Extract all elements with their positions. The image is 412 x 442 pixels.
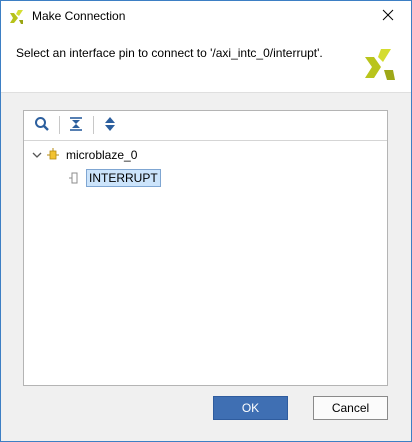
- close-icon: [382, 9, 394, 24]
- interface-tree-panel: microblaze_0 INTERRUPT: [23, 110, 388, 386]
- toolbar-separator: [93, 116, 94, 134]
- toolbar-separator: [59, 116, 60, 134]
- instruction-text: Select an interface pin to connect to '/…: [16, 46, 323, 60]
- make-connection-dialog: Make Connection Select an interface pin …: [0, 0, 412, 442]
- collapse-all-button[interactable]: [66, 115, 86, 135]
- chevron-down-icon[interactable]: [32, 150, 44, 160]
- window-title: Make Connection: [32, 9, 126, 23]
- cancel-button[interactable]: Cancel: [313, 396, 388, 420]
- tree-item-label: microblaze_0: [66, 148, 138, 162]
- tree-item-label: INTERRUPT: [86, 169, 161, 187]
- block-icon: [46, 148, 62, 162]
- tree-item-microblaze[interactable]: microblaze_0: [32, 145, 137, 165]
- xilinx-logo: [363, 47, 397, 81]
- dialog-body: Select an interface pin to connect to '/…: [1, 32, 411, 441]
- expand-all-icon: [102, 116, 118, 135]
- title-bar[interactable]: Make Connection: [1, 1, 411, 32]
- search-icon: [34, 116, 50, 135]
- tree-toolbar: [24, 111, 387, 141]
- close-button[interactable]: [365, 1, 411, 32]
- search-button[interactable]: [32, 115, 52, 135]
- expand-all-button[interactable]: [100, 115, 120, 135]
- dialog-header: Select an interface pin to connect to '/…: [1, 32, 411, 93]
- tree-item-interrupt[interactable]: INTERRUPT: [68, 168, 161, 188]
- interface-pin-icon: [68, 171, 84, 185]
- app-logo-icon: [9, 9, 25, 25]
- collapse-all-icon: [68, 116, 84, 135]
- ok-button[interactable]: OK: [213, 396, 288, 420]
